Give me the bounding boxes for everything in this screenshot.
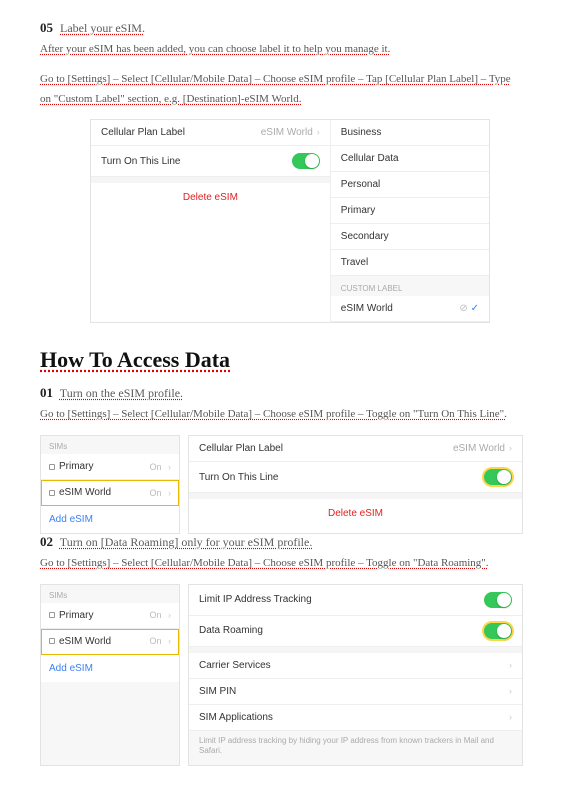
- step-05-intro: After your eSIM has been added, you can …: [40, 40, 523, 60]
- add-esim-button[interactable]: Add eSIM: [41, 655, 179, 682]
- clear-icon[interactable]: ⊘: [459, 303, 467, 314]
- step-05-header: 05 Label your eSIM.: [40, 20, 523, 36]
- ip-tracking-footnote: Limit IP address tracking by hiding your…: [189, 731, 522, 765]
- custom-label-input[interactable]: eSIM World ⊘ ✓: [331, 296, 489, 322]
- step-02-instructions: Go to [Settings] – Select [Cellular/Mobi…: [40, 554, 523, 574]
- sim-icon: [49, 612, 55, 618]
- chevron-right-icon: ›: [509, 660, 512, 670]
- sim-esim-world-row[interactable]: eSIM World On ›: [41, 480, 179, 506]
- carrier-services-row[interactable]: Carrier Services ›: [189, 653, 522, 679]
- section-heading: How To Access Data: [40, 347, 523, 373]
- sim-esim-world-row[interactable]: eSIM World On ›: [41, 629, 179, 655]
- chevron-right-icon: ›: [317, 127, 320, 137]
- sims-header: SIMs: [41, 436, 179, 454]
- label-option[interactable]: Travel: [331, 250, 489, 276]
- label: SIM Applications: [199, 712, 273, 723]
- custom-label-header: CUSTOM LABEL: [331, 276, 489, 296]
- label-option[interactable]: Personal: [331, 172, 489, 198]
- turn-on-line-row: Turn On This Line: [189, 462, 522, 493]
- turn-on-line-row: Turn On This Line: [91, 146, 330, 177]
- data-roaming-row: Data Roaming: [189, 616, 522, 647]
- delete-esim-button[interactable]: Delete eSIM: [189, 493, 522, 528]
- screenshot-05-label: Cellular Plan Label eSIM World› Turn On …: [90, 119, 490, 323]
- chevron-right-icon: ›: [168, 636, 171, 646]
- label-picker-pane: Business Cellular Data Personal Primary …: [330, 120, 489, 322]
- sim-icon: [49, 490, 55, 496]
- step-number: 01: [40, 385, 53, 400]
- sim-pin-row[interactable]: SIM PIN ›: [189, 679, 522, 705]
- data-roaming-toggle[interactable]: [484, 623, 512, 639]
- label: Turn On This Line: [101, 156, 180, 167]
- esim-detail-settings: Limit IP Address Tracking Data Roaming C…: [188, 584, 523, 766]
- step-05-instructions: Go to [Settings] – Select [Cellular/Mobi…: [40, 70, 523, 110]
- sim-icon: [49, 464, 55, 470]
- limit-ip-toggle[interactable]: [484, 592, 512, 608]
- value: eSIM World›: [261, 127, 320, 138]
- label: SIM PIN: [199, 686, 236, 697]
- step-number: 02: [40, 534, 53, 549]
- screenshot-02: SIMs Primary On › eSIM World On › Add eS…: [40, 584, 523, 766]
- chevron-right-icon: ›: [168, 488, 171, 498]
- label: Carrier Services: [199, 660, 271, 671]
- sims-list: SIMs Primary On › eSIM World On › Add eS…: [40, 584, 180, 766]
- sims-list: SIMs Primary On › eSIM World On › Add eS…: [40, 435, 180, 534]
- limit-ip-row: Limit IP Address Tracking: [189, 585, 522, 616]
- sim-applications-row[interactable]: SIM Applications ›: [189, 705, 522, 731]
- label: Turn On This Line: [199, 472, 278, 483]
- add-esim-button[interactable]: Add eSIM: [41, 506, 179, 533]
- step-title: Label your eSIM.: [60, 21, 145, 35]
- sim-primary-row[interactable]: Primary On ›: [41, 603, 179, 629]
- cellular-plan-label-row[interactable]: Cellular Plan Label eSIM World›: [189, 436, 522, 462]
- label-option[interactable]: Primary: [331, 198, 489, 224]
- settings-pane: Cellular Plan Label eSIM World› Turn On …: [91, 120, 330, 322]
- label-option[interactable]: Cellular Data: [331, 146, 489, 172]
- label: Limit IP Address Tracking: [199, 594, 312, 605]
- turn-on-line-toggle[interactable]: [292, 153, 320, 169]
- check-icon[interactable]: ✓: [471, 303, 479, 314]
- chevron-right-icon: ›: [168, 610, 171, 620]
- esim-settings: Cellular Plan Label eSIM World› Turn On …: [188, 435, 523, 534]
- sim-primary-row[interactable]: Primary On ›: [41, 454, 179, 480]
- chevron-right-icon: ›: [509, 712, 512, 722]
- turn-on-line-toggle[interactable]: [484, 469, 512, 485]
- label-option[interactable]: Business: [331, 120, 489, 146]
- chevron-right-icon: ›: [509, 443, 512, 453]
- step-title: Turn on [Data Roaming] only for your eSI…: [60, 535, 313, 549]
- label: Cellular Plan Label: [199, 443, 283, 454]
- chevron-right-icon: ›: [168, 462, 171, 472]
- step-number: 05: [40, 20, 53, 35]
- screenshot-01: SIMs Primary On › eSIM World On › Add eS…: [40, 435, 523, 534]
- cellular-plan-label-row[interactable]: Cellular Plan Label eSIM World›: [91, 120, 330, 146]
- custom-label-value: eSIM World: [341, 303, 393, 314]
- step-02-header: 02 Turn on [Data Roaming] only for your …: [40, 534, 523, 550]
- label-option[interactable]: Secondary: [331, 224, 489, 250]
- step-title: Turn on the eSIM profile.: [60, 386, 183, 400]
- clear-and-confirm: ⊘ ✓: [459, 303, 479, 314]
- label: Data Roaming: [199, 625, 263, 636]
- label: Cellular Plan Label: [101, 127, 185, 138]
- step-01-instructions: Go to [Settings] – Select [Cellular/Mobi…: [40, 405, 523, 425]
- delete-esim-button[interactable]: Delete eSIM: [91, 177, 330, 212]
- step-01-header: 01 Turn on the eSIM profile.: [40, 385, 523, 401]
- sims-header: SIMs: [41, 585, 179, 603]
- chevron-right-icon: ›: [509, 686, 512, 696]
- sim-icon: [49, 638, 55, 644]
